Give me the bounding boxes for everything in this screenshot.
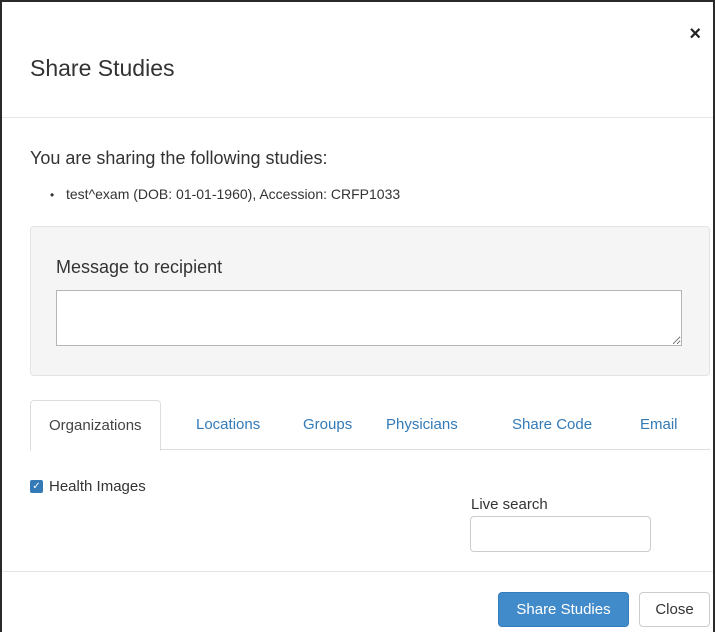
message-label: Message to recipient xyxy=(56,257,223,277)
share-studies-button[interactable]: Share Studies xyxy=(498,592,629,627)
share-target-tabs: Organizations Locations Groups Physician… xyxy=(30,400,710,451)
modal-title: Share Studies xyxy=(30,55,175,81)
live-search-input[interactable] xyxy=(470,516,651,552)
message-panel: Message to recipient xyxy=(30,226,710,376)
modal-footer: Share Studies Close xyxy=(2,571,713,632)
live-search-label: Live search xyxy=(471,496,548,513)
organization-checkbox-health-images[interactable]: ✓ Health Images xyxy=(30,478,146,495)
modal-header: Share Studies × xyxy=(2,2,713,118)
study-description: test^exam (DOB: 01-01-1960), Accession: … xyxy=(66,186,401,202)
bullet-icon: • xyxy=(50,188,55,202)
tab-groups[interactable]: Groups xyxy=(303,400,352,450)
share-studies-modal: Share Studies × You are sharing the foll… xyxy=(0,0,715,632)
tab-organizations[interactable]: Organizations xyxy=(30,400,161,451)
message-textarea[interactable] xyxy=(56,290,682,346)
tab-physicians[interactable]: Physicians xyxy=(386,400,458,450)
list-item: • test^exam (DOB: 01-01-1960), Accession:… xyxy=(50,186,401,202)
close-icon[interactable]: × xyxy=(689,24,701,44)
study-list: • test^exam (DOB: 01-01-1960), Accession:… xyxy=(50,186,401,202)
tab-email[interactable]: Email xyxy=(640,400,678,450)
tab-share-code[interactable]: Share Code xyxy=(512,400,592,450)
tab-locations[interactable]: Locations xyxy=(196,400,260,450)
checkbox-checked-icon[interactable]: ✓ xyxy=(30,480,43,493)
sharing-heading: You are sharing the following studies: xyxy=(30,148,328,168)
close-button[interactable]: Close xyxy=(639,592,710,627)
organization-label: Health Images xyxy=(49,478,146,495)
